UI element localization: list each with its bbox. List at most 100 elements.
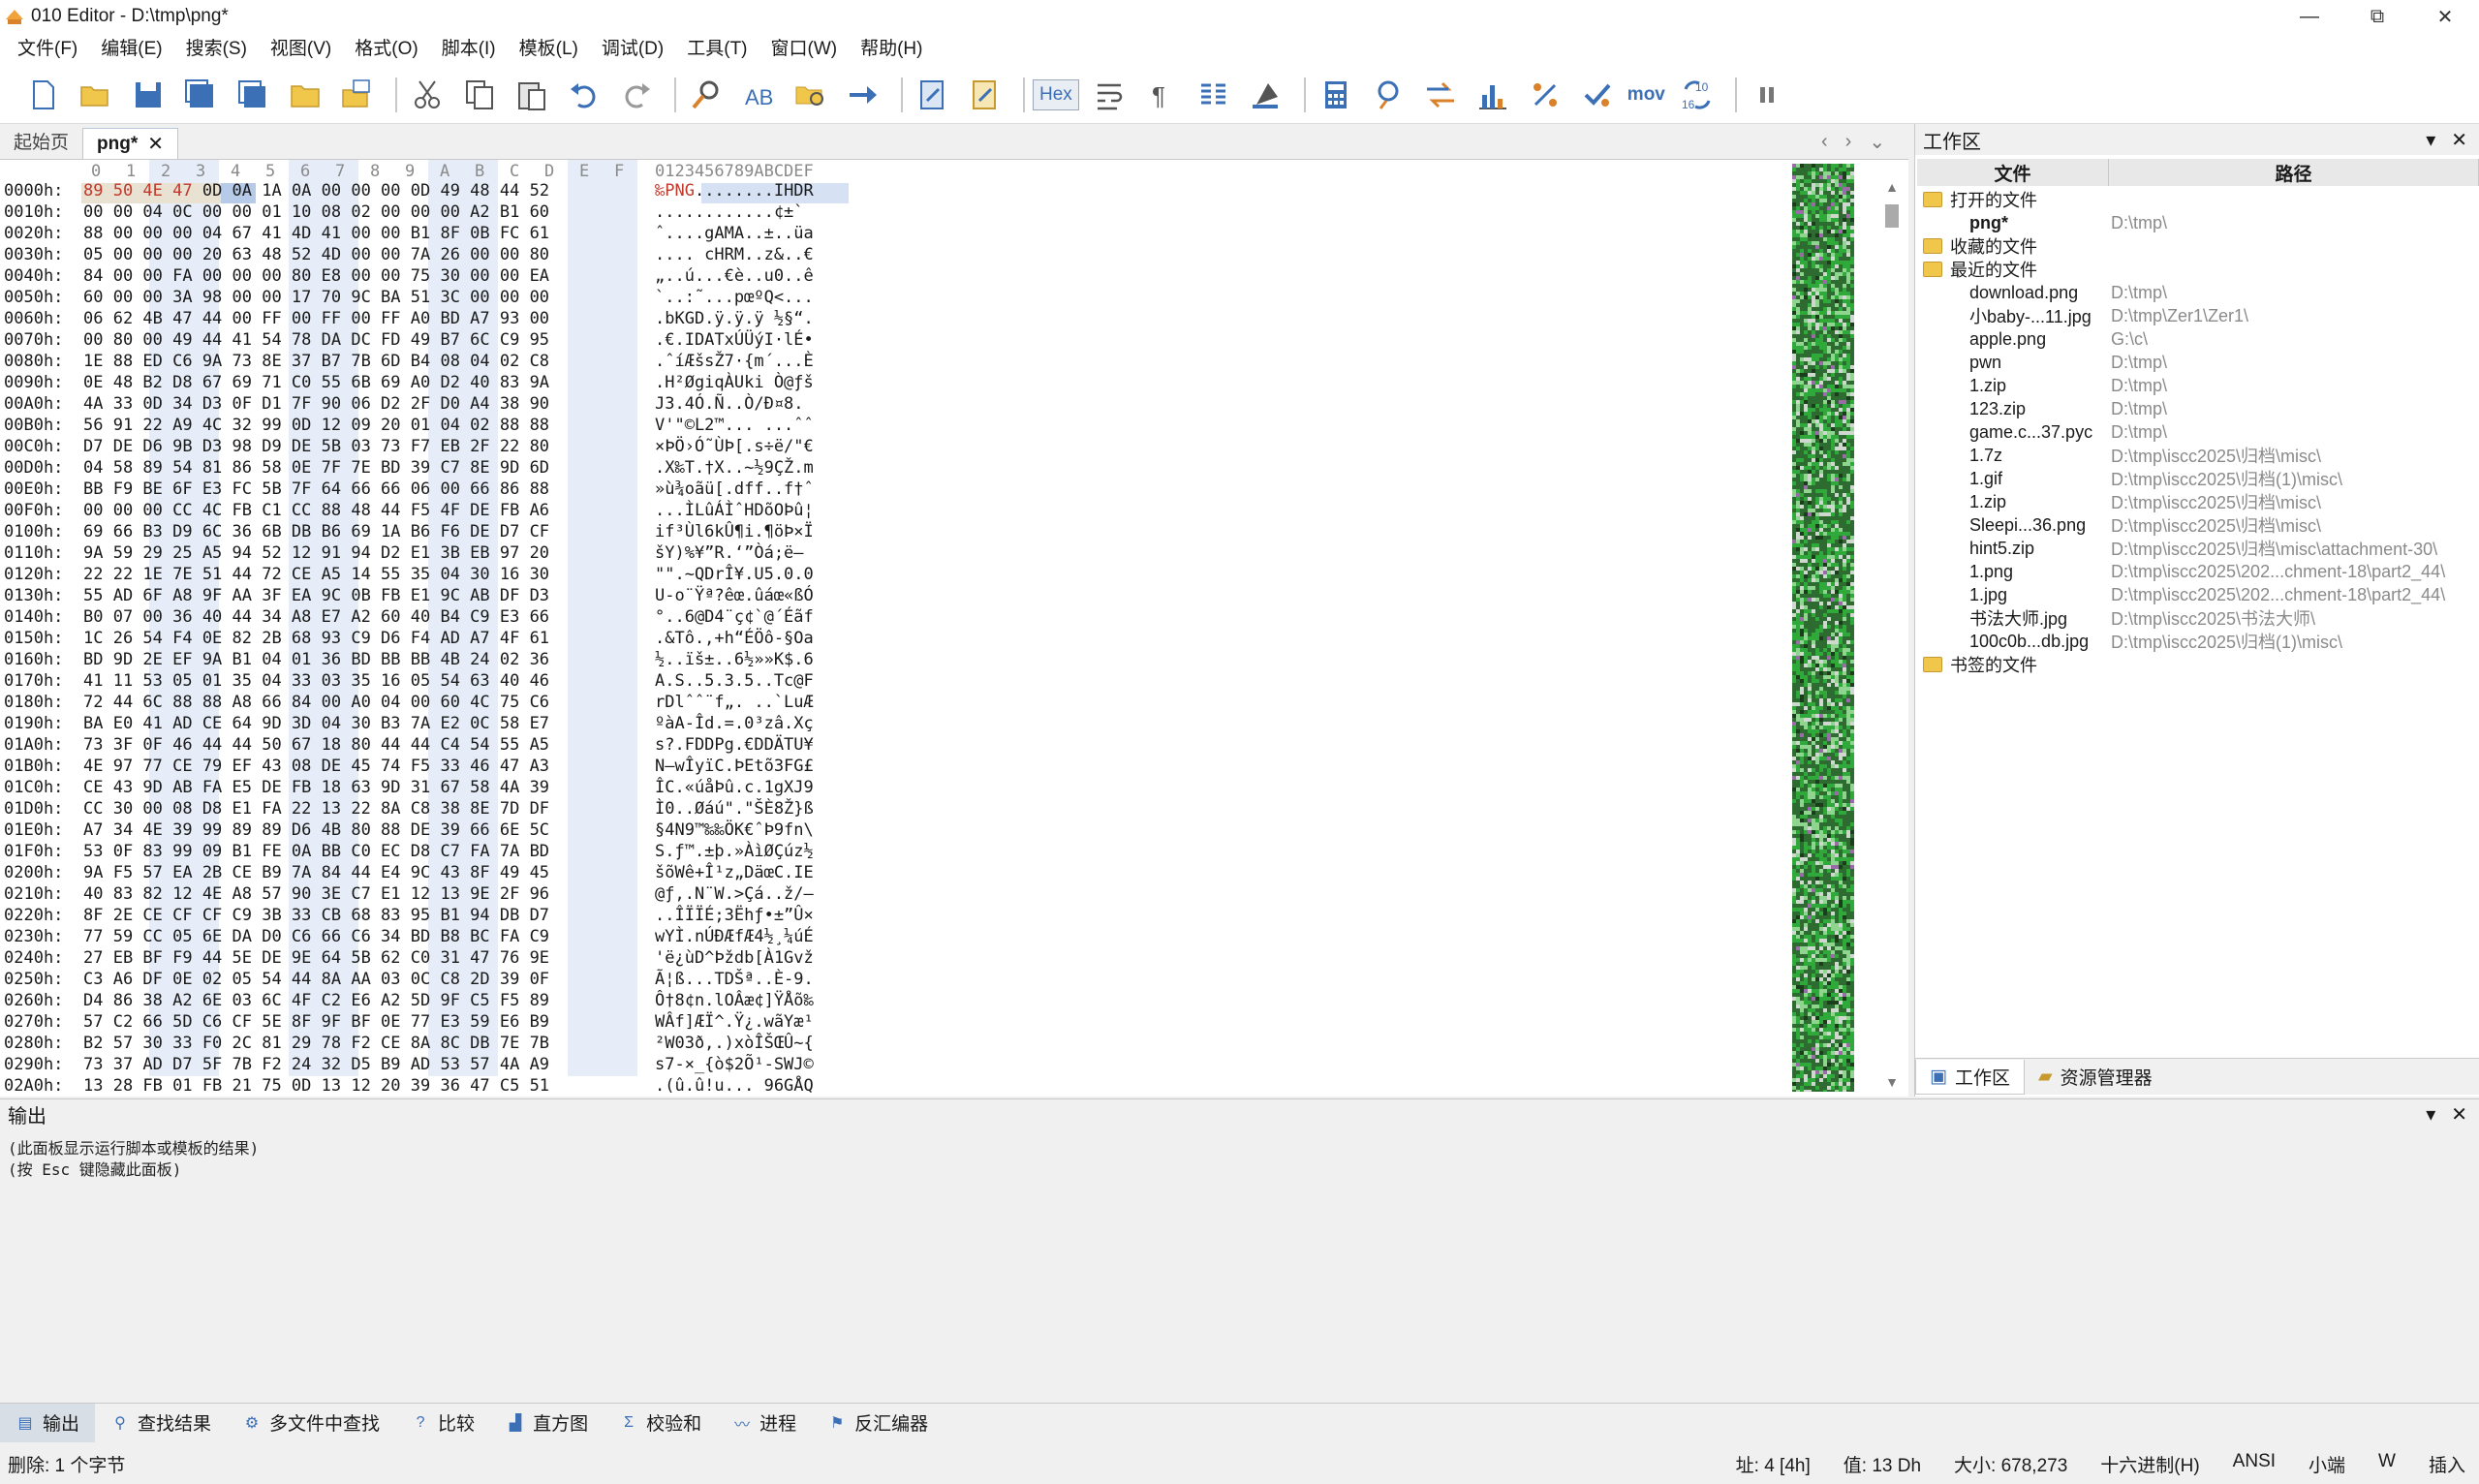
row-ascii[interactable]: s7-×_{ò$2Õ¹-SWJ© — [655, 1055, 814, 1074]
row-ascii[interactable]: "".~QDrÎ¥.U5.0.0 — [655, 565, 814, 584]
highlight-button[interactable] — [1244, 73, 1288, 117]
row-ascii[interactable]: ˆ....gAMA..±..üa — [655, 224, 814, 243]
menu-template[interactable]: 模板(L) — [508, 33, 590, 66]
row-ascii[interactable]: .bKGD.ÿ.ÿ.ÿ ½§“. — [655, 309, 814, 328]
row-bytes[interactable]: D7 DE D6 9B D3 98 D9 DE 5B 03 73 F7 EB 2… — [83, 437, 549, 456]
row-ascii[interactable]: J3.4Ó.Ñ..Ò/Ð¤8. — [655, 394, 804, 414]
row-ascii[interactable]: WÂf]ÆÏ^.Ÿ¿.wãYæ¹ — [655, 1012, 814, 1032]
tab-checksum[interactable]: Σ 校验和 — [604, 1404, 717, 1442]
tab-disassembler[interactable]: ⚑ 反汇编器 — [812, 1404, 944, 1442]
tab-histogram[interactable]: ▟ 直方图 — [490, 1404, 604, 1442]
run-script-button[interactable] — [911, 73, 955, 117]
vertical-scrollbar[interactable]: ▲ ▼ — [1883, 179, 1901, 1090]
tab-output[interactable]: ▤ 输出 — [0, 1403, 96, 1442]
inspector-button[interactable] — [1366, 73, 1410, 117]
row-ascii[interactable]: ºàA-Îd.=.0³zâ.Xç — [655, 714, 814, 733]
row-ascii[interactable]: wYÌ.nÚÐÆfÆ4½¸¼úÉ — [655, 927, 814, 946]
tab-png[interactable]: png* ✕ — [82, 128, 178, 159]
row-ascii[interactable]: .ˆíÆšsŽ7·{m´...È — [655, 352, 814, 371]
save-button[interactable] — [126, 73, 170, 117]
row-ascii[interactable]: U-o¨Ÿª?êœ.ûáœ«ßÓ — [655, 586, 814, 605]
row-ascii[interactable]: .X‰T.†X..~½9ÇŽ.m — [655, 458, 814, 478]
row-bytes[interactable]: D4 86 38 A2 6E 03 6C 4F C2 E6 A2 5D 9F C… — [83, 991, 549, 1010]
row-bytes[interactable]: CE 43 9D AB FA E5 DE FB 18 63 9D 31 67 5… — [83, 778, 549, 797]
row-bytes[interactable]: 72 44 6C 88 88 A8 66 84 00 A0 04 00 60 4… — [83, 693, 549, 712]
find-in-files-button[interactable] — [789, 73, 833, 117]
row-bytes[interactable]: 00 00 00 CC 4C FB C1 CC 88 48 44 F5 4F D… — [83, 501, 549, 520]
panel-menu-icon[interactable]: ▾ — [2426, 1102, 2435, 1127]
menu-window[interactable]: 窗口(W) — [759, 33, 850, 66]
new-file-button[interactable] — [21, 73, 66, 117]
menu-edit[interactable]: 编辑(E) — [89, 33, 173, 66]
file-item[interactable]: pwn D:\tmp\ — [1915, 351, 2477, 374]
row-bytes[interactable]: 73 3F 0F 46 44 44 50 67 18 80 44 44 C4 5… — [83, 735, 549, 755]
row-bytes[interactable]: 1E 88 ED C6 9A 73 8E 37 B7 7B 6D B4 08 0… — [83, 352, 549, 371]
row-ascii[interactable]: if³Ùl6kÛ¶i.¶öÞ×Ï — [655, 522, 814, 541]
save-all-button[interactable] — [231, 73, 275, 117]
row-bytes[interactable]: 56 91 22 A9 4C 32 99 0D 12 09 20 01 04 0… — [83, 416, 549, 435]
row-bytes[interactable]: BD 9D 2E EF 9A B1 04 01 36 BD BB BB 4B 2… — [83, 650, 549, 669]
menu-help[interactable]: 帮助(H) — [849, 33, 934, 66]
row-ascii[interactable]: §4N9™‰‰ÖK€ˆÞ9fn\ — [655, 820, 814, 840]
file-item[interactable]: png* D:\tmp\ — [1915, 211, 2477, 234]
menu-file[interactable]: 文件(F) — [6, 33, 89, 66]
row-ascii[interactable]: V'"©L2™... ...ˆˆ — [655, 416, 814, 435]
hex-editor[interactable]: 0 1 2 3 4 5 6 7 8 9 A B C D E F 0123456789ABCDEF 0000h: 8… — [0, 159, 1908, 1097]
group-favorites[interactable]: 收藏的文件 — [1915, 234, 2477, 258]
row-bytes[interactable]: C3 A6 DF 0E 02 05 54 44 8A AA 03 0C C8 2… — [83, 970, 549, 989]
find-button[interactable] — [684, 73, 728, 117]
row-bytes[interactable]: 89 50 4E 47 0D 0A 1A 0A 00 00 00 0D 49 4… — [83, 181, 549, 201]
row-ascii[interactable]: ..ÎÏÏÉ;3Ëhƒ•±”Û× — [655, 906, 814, 925]
row-bytes[interactable]: 88 00 00 00 04 67 41 4D 41 00 00 B1 8F 0… — [83, 224, 549, 243]
row-bytes[interactable]: 60 00 00 3A 98 00 00 17 70 9C BA 51 3C 0… — [83, 288, 549, 307]
row-bytes[interactable]: 55 AD 6F A8 9F AA 3F EA 9C 0B FB E1 9C A… — [83, 586, 549, 605]
panel-close-icon[interactable]: ✕ — [2451, 128, 2467, 152]
checksum-button[interactable] — [1575, 73, 1620, 117]
status-w[interactable]: W — [2378, 1451, 2396, 1477]
word-wrap-button[interactable] — [1087, 73, 1131, 117]
file-item[interactable]: 100c0b...db.jpg D:\tmp\iscc2025\归档(1)\mis… — [1915, 630, 2477, 653]
row-bytes[interactable]: 9A F5 57 EA 2B CE B9 7A 84 44 E4 9C 43 8… — [83, 863, 549, 882]
panel-menu-icon[interactable]: ▾ — [2426, 128, 2435, 152]
row-bytes[interactable]: 00 00 04 0C 00 00 01 10 08 02 00 00 00 A… — [83, 202, 549, 222]
row-bytes[interactable]: 9A 59 29 25 A5 94 52 12 91 94 D2 E1 3B E… — [83, 543, 549, 563]
column-file[interactable]: 文件 — [1917, 159, 2109, 186]
row-bytes[interactable]: BB F9 BE 6F E3 FC 5B 7F 64 66 66 06 00 6… — [83, 479, 549, 499]
chevron-right-icon[interactable]: › — [1845, 131, 1852, 153]
row-bytes[interactable]: 00 80 00 49 44 41 54 78 DA DC FD 49 B7 6… — [83, 330, 549, 350]
row-ascii[interactable]: .... cHRM..z&..€ — [655, 245, 814, 264]
file-item[interactable]: Sleepi...36.png D:\tmp\iscc2025\归档\misc\ — [1915, 513, 2477, 537]
row-bytes[interactable]: 41 11 53 05 01 35 04 33 03 35 16 05 54 6… — [83, 671, 549, 691]
row-bytes[interactable]: 27 EB BF F9 44 5E DE 9E 64 5B 62 C0 31 4… — [83, 948, 549, 968]
row-ascii[interactable]: `..:˜...pœºQ<... — [655, 288, 814, 307]
column-path[interactable]: 路径 — [2109, 159, 2479, 186]
tab-compare[interactable]: ? 比较 — [395, 1404, 490, 1442]
file-item[interactable]: 1.png D:\tmp\iscc2025\202...chment-18\par… — [1915, 560, 2477, 583]
menu-view[interactable]: 视图(V) — [259, 33, 343, 66]
panel-close-icon[interactable]: ✕ — [2451, 1102, 2467, 1127]
file-item[interactable]: 1.7z D:\tmp\iscc2025\归档\misc\ — [1915, 444, 2477, 467]
group-open-files[interactable]: 打开的文件 — [1915, 188, 2477, 211]
row-ascii[interactable]: S.ƒ™.±þ.»ÀìØÇúz½ — [655, 842, 814, 861]
file-item[interactable]: 123.zip D:\tmp\ — [1915, 397, 2477, 420]
status-encoding[interactable]: ANSI — [2233, 1451, 2276, 1477]
row-bytes[interactable]: 04 58 89 54 81 86 58 0E 7F 7E BD 39 C7 8… — [83, 458, 549, 478]
row-ascii[interactable]: ²W03ð,.)xòÎŠŒÛ~{ — [655, 1034, 814, 1053]
maximize-button[interactable]: ⧉ — [2343, 0, 2411, 33]
tab-process[interactable]: 〰进程 — [717, 1404, 812, 1442]
file-item[interactable]: game.c...37.pyc D:\tmp\ — [1915, 420, 2477, 444]
hex-mode-button[interactable]: Hex — [1033, 78, 1079, 110]
row-ascii[interactable]: Ì0..Øáú"."ŠÈ8Ž}ß — [655, 799, 814, 819]
row-bytes[interactable]: A7 34 4E 39 99 89 89 D6 4B 80 88 DE 39 6… — [83, 820, 549, 840]
chevron-down-icon[interactable]: ⌄ — [1869, 130, 1885, 154]
row-ascii[interactable]: s?.FDDPg.€DDÄTU¥ — [655, 735, 814, 755]
status-insert[interactable]: 插入 — [2429, 1451, 2465, 1477]
columns-button[interactable] — [1192, 73, 1236, 117]
tab-workspace[interactable]: ▣ 工作区 — [1915, 1059, 2025, 1095]
row-ascii[interactable]: ‰PNG........IHDR — [655, 181, 814, 201]
close-icon[interactable]: ✕ — [147, 129, 164, 160]
row-ascii[interactable]: .&Tô.‚+h“ÉÖô-§Oa — [655, 629, 814, 648]
row-ascii[interactable]: šõWê+Î¹z„DäœC.IE — [655, 863, 814, 882]
row-ascii[interactable]: rDlˆˆ¨f„. ..`LuÆ — [655, 693, 814, 712]
row-bytes[interactable]: 13 28 FB 01 FB 21 75 0D 13 12 20 39 36 4… — [83, 1076, 549, 1096]
